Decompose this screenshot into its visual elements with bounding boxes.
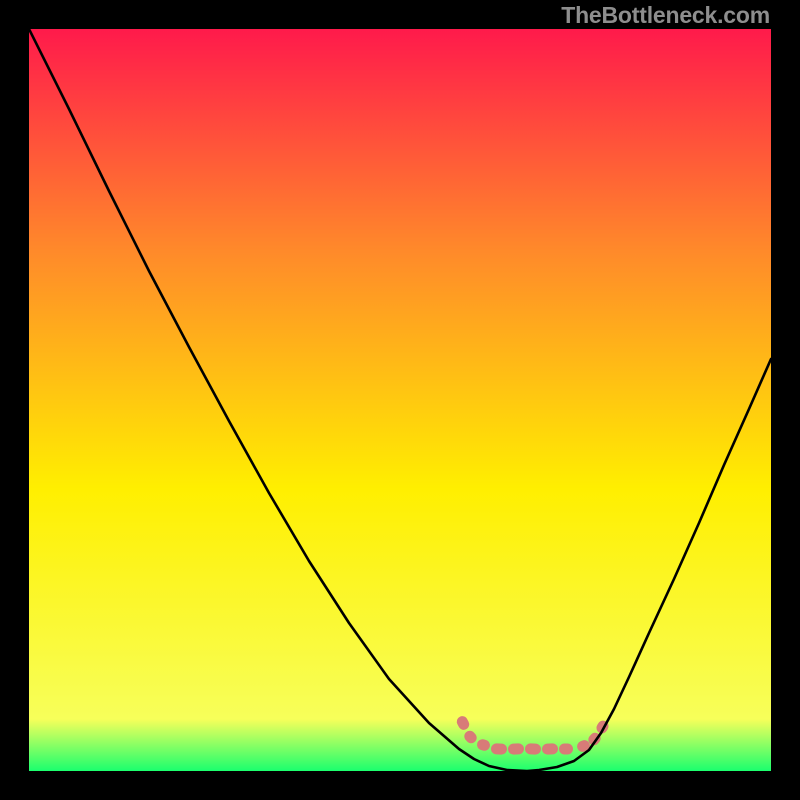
plot-area — [29, 29, 771, 771]
watermark: TheBottleneck.com — [561, 2, 770, 29]
highlight-dash — [525, 743, 541, 755]
chart-svg — [29, 29, 771, 771]
gradient-background — [29, 29, 771, 771]
highlight-dash — [508, 743, 524, 755]
highlight-dash — [491, 743, 507, 755]
highlight-dash — [559, 744, 573, 755]
highlight-dash — [542, 743, 558, 755]
chart-frame: TheBottleneck.com — [0, 0, 800, 800]
